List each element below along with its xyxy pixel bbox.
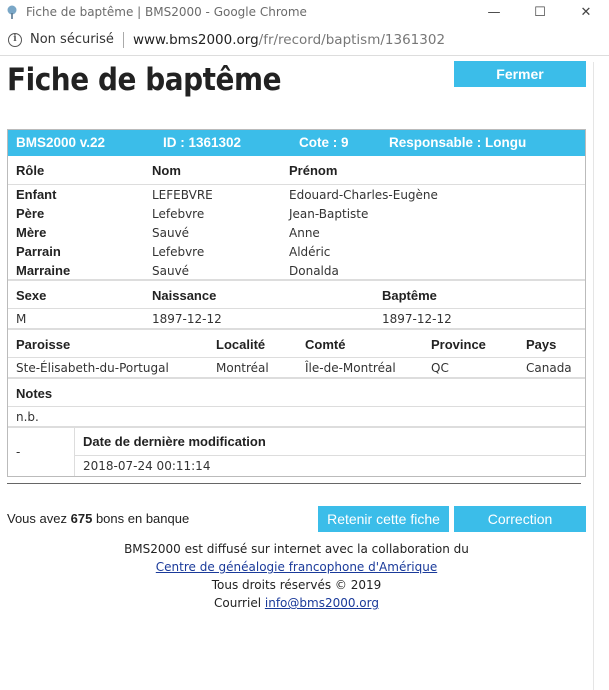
bank-count: 675 bbox=[70, 511, 93, 526]
comte-value: Île-de-Montréal bbox=[305, 361, 396, 375]
modification-section: - Date de dernière modification 2018-07-… bbox=[8, 428, 585, 476]
sexe-header: Sexe bbox=[16, 288, 47, 303]
paroisse-header: Paroisse bbox=[16, 337, 71, 352]
pays-value: Canada bbox=[526, 361, 572, 375]
url-path: /fr/record/baptism/1361302 bbox=[258, 31, 446, 48]
localite-value: Montréal bbox=[216, 361, 269, 375]
mail-prefix: Courriel bbox=[214, 596, 262, 610]
modification-flag: - bbox=[16, 445, 21, 459]
comte-header: Comté bbox=[305, 337, 346, 352]
cgfa-link[interactable]: Centre de généalogie francophone d'Améri… bbox=[156, 560, 437, 574]
page-title: Fiche de baptême bbox=[7, 62, 282, 98]
bank-suffix: bons en banque bbox=[95, 511, 190, 526]
province-header: Province bbox=[431, 337, 486, 352]
localite-header: Localité bbox=[216, 337, 266, 352]
close-icon[interactable]: ✕ bbox=[563, 0, 609, 24]
person-nom: LEFEBVRE bbox=[152, 188, 213, 202]
footer-link-line: Centre de généalogie francophone d'Améri… bbox=[0, 560, 593, 574]
bapteme-header: Baptême bbox=[382, 288, 437, 303]
role-label: Enfant bbox=[16, 187, 57, 202]
correction-button[interactable]: Correction bbox=[454, 506, 586, 532]
record-version: BMS2000 v.22 bbox=[16, 135, 106, 150]
bank-balance: Vous avez 675 bons en banque bbox=[7, 511, 189, 526]
row-divider bbox=[8, 184, 585, 185]
person-prenom: Aldéric bbox=[289, 245, 331, 259]
address-bar[interactable]: i Non sécurisé www.bms2000.org/fr/record… bbox=[0, 24, 609, 56]
prenom-header: Prénom bbox=[289, 163, 338, 178]
tree-icon bbox=[4, 4, 20, 20]
role-label: Père bbox=[16, 206, 45, 221]
email-link[interactable]: info@bms2000.org bbox=[265, 596, 379, 610]
security-label[interactable]: Non sécurisé bbox=[30, 32, 114, 47]
person-prenom: Anne bbox=[289, 226, 320, 240]
url-separator bbox=[122, 31, 124, 48]
roles-section: Rôle Nom Prénom Enfant LEFEBVRE Edouard-… bbox=[8, 156, 585, 281]
person-nom: Sauvé bbox=[152, 264, 190, 278]
row-divider bbox=[8, 406, 585, 407]
paroisse-value: Ste-Élisabeth-du-Portugal bbox=[16, 361, 169, 375]
keep-record-button[interactable]: Retenir cette fiche bbox=[318, 506, 449, 532]
pays-header: Pays bbox=[526, 337, 557, 352]
info-icon[interactable]: i bbox=[8, 32, 22, 47]
notes-value: n.b. bbox=[16, 410, 39, 424]
maximize-icon[interactable]: ☐ bbox=[517, 0, 563, 24]
naissance-value: 1897-12-12 bbox=[152, 312, 222, 326]
role-label: Marraine bbox=[16, 263, 71, 278]
person-nom: Sauvé bbox=[152, 226, 190, 240]
bapteme-value: 1897-12-12 bbox=[382, 312, 452, 326]
row-divider bbox=[8, 357, 585, 358]
window-title: Fiche de baptême | BMS2000 - Google Chro… bbox=[26, 5, 307, 19]
bank-prefix: Vous avez bbox=[7, 511, 67, 526]
column-divider bbox=[74, 428, 75, 476]
person-prenom: Donalda bbox=[289, 264, 339, 278]
content-divider bbox=[7, 483, 581, 484]
record-responsable: Responsable : Longu bbox=[389, 135, 527, 150]
nom-header: Nom bbox=[152, 163, 181, 178]
modification-header: Date de dernière modification bbox=[83, 434, 266, 449]
notes-header: Notes bbox=[16, 386, 53, 401]
place-section: Paroisse Localité Comté Province Pays St… bbox=[8, 330, 585, 379]
person-nom: Lefebvre bbox=[152, 245, 205, 259]
role-label: Mère bbox=[16, 225, 47, 240]
person-prenom: Jean-Baptiste bbox=[289, 207, 369, 221]
notes-section: Notes n.b. bbox=[8, 379, 585, 428]
minimize-icon[interactable]: — bbox=[471, 0, 517, 24]
province-value: QC bbox=[431, 361, 449, 375]
record-cote: Cote : 9 bbox=[299, 135, 349, 150]
url-text[interactable]: www.bms2000.org/fr/record/baptism/136130… bbox=[133, 32, 445, 48]
record-card: BMS2000 v.22 ID : 1361302 Cote : 9 Respo… bbox=[7, 129, 586, 477]
sexe-value: M bbox=[16, 312, 27, 326]
role-header: Rôle bbox=[16, 163, 45, 178]
footer-line1: BMS2000 est diffusé sur internet avec la… bbox=[124, 542, 469, 556]
role-label: Parrain bbox=[16, 244, 61, 259]
close-button[interactable]: Fermer bbox=[454, 61, 586, 87]
person-nom: Lefebvre bbox=[152, 207, 205, 221]
modification-date: 2018-07-24 00:11:14 bbox=[83, 459, 211, 473]
naissance-header: Naissance bbox=[152, 288, 217, 303]
footer-mail-line: Courriel info@bms2000.org bbox=[0, 596, 593, 610]
row-divider bbox=[8, 308, 585, 309]
record-header: BMS2000 v.22 ID : 1361302 Cote : 9 Respo… bbox=[8, 130, 585, 156]
record-id: ID : 1361302 bbox=[163, 135, 242, 150]
url-host: www.bms2000.org bbox=[132, 31, 259, 48]
page-edge bbox=[593, 62, 609, 690]
person-prenom: Edouard-Charles-Eugène bbox=[289, 188, 438, 202]
window-titlebar: Fiche de baptême | BMS2000 - Google Chro… bbox=[0, 0, 609, 24]
dates-section: Sexe Naissance Baptême M 1897-12-12 1897… bbox=[8, 281, 585, 330]
footer-rights: Tous droits réservés © 2019 bbox=[211, 578, 382, 592]
row-divider bbox=[74, 455, 585, 456]
